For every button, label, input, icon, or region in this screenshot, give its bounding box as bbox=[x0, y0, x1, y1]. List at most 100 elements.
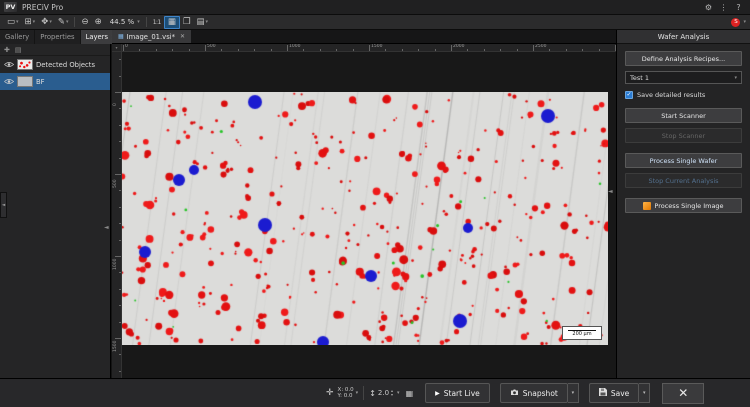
chevron-down-icon[interactable]: ▾ bbox=[356, 390, 359, 396]
tab-properties[interactable]: Properties bbox=[35, 30, 80, 44]
add-layer-icon[interactable]: ✚ bbox=[4, 46, 10, 54]
chevron-down-icon[interactable]: ▾ bbox=[743, 19, 746, 25]
z-position-control[interactable]: ↕ 2.0 ▴▾ ▾ bbox=[369, 389, 399, 398]
titlebar: PV PRECiV Pro ⚙ ⋮ ? bbox=[0, 0, 750, 14]
select-tool-button[interactable]: ▭▾ bbox=[4, 16, 22, 29]
image-process-icon bbox=[643, 202, 651, 210]
actual-size-button[interactable]: 1:1 bbox=[150, 16, 164, 29]
image-file-icon: ▦ bbox=[118, 33, 124, 40]
close-button[interactable]: ✕ bbox=[662, 383, 704, 404]
visibility-eye-icon[interactable] bbox=[3, 78, 14, 85]
tab-close-icon[interactable]: ✕ bbox=[180, 33, 185, 40]
move-icon: ✥ bbox=[41, 17, 48, 27]
zoom-level-button[interactable]: 44.5 %▾ bbox=[105, 16, 143, 29]
left-panel: Gallery Properties Layers✕ ✚ ▤ Detected … bbox=[0, 30, 111, 378]
right-panel-collapse-icon[interactable]: ◄ bbox=[608, 188, 613, 195]
scale-bar: 200 µm bbox=[562, 326, 602, 340]
left-flyout-handle[interactable]: ◄ bbox=[0, 192, 7, 218]
process-single-wafer-button[interactable]: Process Single Wafer bbox=[625, 153, 742, 168]
snapshot-label: Snapshot bbox=[523, 389, 558, 398]
panel-title: Wafer Analysis bbox=[617, 30, 750, 44]
tab-layers-label: Layers bbox=[86, 33, 109, 41]
pencil-icon: ✎ bbox=[58, 17, 65, 27]
chevron-down-icon: ▾ bbox=[33, 19, 36, 25]
recipe-select[interactable]: Test 1 ▾ bbox=[625, 71, 742, 84]
annotation-tool-button[interactable]: ✎▾ bbox=[55, 16, 72, 29]
save-button[interactable]: Save bbox=[589, 383, 639, 403]
overlay-view-button[interactable]: ▤▾ bbox=[194, 16, 212, 29]
app-logo: PV bbox=[4, 2, 17, 12]
start-live-button[interactable]: ▶ Start Live bbox=[425, 383, 490, 403]
wafer-analysis-panel: Wafer Analysis Define Analysis Recipes..… bbox=[616, 30, 750, 378]
tab-gallery-label: Gallery bbox=[5, 33, 29, 41]
tile-view-icon: ❐ bbox=[183, 17, 191, 27]
stage-position-icon: ✛ bbox=[326, 388, 334, 398]
stage-navigator-icon[interactable]: ▦ bbox=[406, 389, 414, 398]
stop-current-analysis-label: Stop Current Analysis bbox=[648, 177, 718, 185]
main-toolbar: ▭▾ ⊞▾ ✥▾ ✎▾ ⊖ ⊕ 44.5 %▾ 1:1 ▦ ❐ ▤▾ S ▾ bbox=[0, 14, 750, 30]
document-tab[interactable]: ▦ Image_01.vsi* ✕ bbox=[112, 30, 191, 43]
save-options-dropdown[interactable]: ▾ bbox=[639, 383, 650, 403]
define-analysis-recipes-button[interactable]: Define Analysis Recipes... bbox=[625, 51, 742, 66]
user-status-badge[interactable]: S bbox=[731, 18, 740, 27]
fit-to-view-button[interactable]: ▦ bbox=[164, 16, 180, 29]
micrograph-image[interactable]: 200 µm bbox=[122, 92, 608, 345]
tile-view-button[interactable]: ❐ bbox=[180, 16, 194, 29]
camera-icon bbox=[510, 389, 519, 398]
stage-y-value: Y: 0.0 bbox=[338, 393, 354, 399]
stop-current-analysis-button: Stop Current Analysis bbox=[625, 173, 742, 188]
chevron-down-icon[interactable]: ▾ bbox=[397, 390, 400, 396]
tab-properties-label: Properties bbox=[40, 33, 74, 41]
save-detailed-results-checkbox[interactable]: ✓ Save detailed results bbox=[625, 91, 742, 99]
z-spinner[interactable]: ▴▾ bbox=[391, 389, 393, 397]
start-scanner-label: Start Scanner bbox=[661, 112, 706, 120]
crop-tool-button[interactable]: ⊞▾ bbox=[22, 16, 39, 29]
zoom-out-button[interactable]: ⊖ bbox=[78, 16, 91, 29]
checkbox-checked-icon[interactable]: ✓ bbox=[625, 91, 633, 99]
more-options-icon[interactable]: ⋮ bbox=[716, 3, 731, 12]
v-ruler: 050010001500 bbox=[112, 52, 122, 378]
zoom-in-button[interactable]: ⊕ bbox=[92, 16, 105, 29]
stop-scanner-label: Stop Scanner bbox=[662, 132, 705, 140]
process-single-wafer-label: Process Single Wafer bbox=[650, 157, 718, 165]
tab-gallery[interactable]: Gallery bbox=[0, 30, 35, 44]
z-axis-icon: ↕ bbox=[369, 389, 376, 398]
save-detailed-results-label: Save detailed results bbox=[637, 91, 705, 99]
help-icon[interactable]: ? bbox=[731, 3, 746, 12]
chevron-left-icon: ◄ bbox=[2, 203, 5, 208]
zoom-level-value: 44.5 % bbox=[108, 18, 136, 26]
app-title: PRECiV Pro bbox=[22, 3, 63, 12]
ruler-options-button[interactable]: ▾ bbox=[112, 44, 122, 52]
move-tool-button[interactable]: ✥▾ bbox=[38, 16, 55, 29]
crop-icon: ⊞ bbox=[25, 17, 32, 27]
left-panel-tabs: Gallery Properties Layers✕ bbox=[0, 30, 110, 44]
micrograph-canvas[interactable] bbox=[122, 92, 608, 345]
start-scanner-button[interactable]: Start Scanner bbox=[625, 108, 742, 123]
recipe-selected-value: Test 1 bbox=[630, 74, 649, 82]
chevron-down-icon: ▾ bbox=[66, 19, 69, 25]
layer-row-bf[interactable]: BF bbox=[0, 73, 110, 90]
layer-thumbnail bbox=[17, 76, 33, 87]
layer-row-detected-objects[interactable]: Detected Objects bbox=[0, 56, 110, 73]
wafer-analysis-body: Define Analysis Recipes... Test 1 ▾ ✓ Sa… bbox=[617, 44, 750, 225]
layers-toolbar: ✚ ▤ bbox=[0, 44, 110, 56]
layer-options-icon[interactable]: ▤ bbox=[15, 46, 22, 54]
save-label: Save bbox=[611, 389, 629, 398]
visibility-eye-icon[interactable] bbox=[3, 61, 14, 68]
process-single-image-button[interactable]: Process Single Image bbox=[625, 198, 742, 213]
snapshot-options-dropdown[interactable]: ▾ bbox=[568, 383, 579, 403]
zoom-out-icon: ⊖ bbox=[81, 17, 88, 27]
close-icon: ✕ bbox=[678, 386, 688, 400]
save-disk-icon bbox=[599, 388, 607, 398]
chevron-down-icon: ▾ bbox=[643, 390, 646, 396]
application-window: PV PRECiV Pro ⚙ ⋮ ? ▭▾ ⊞▾ ✥▾ ✎▾ ⊖ ⊕ 44.5… bbox=[0, 0, 750, 407]
spinner-down-icon[interactable]: ▾ bbox=[391, 393, 393, 397]
h-ruler: 050010001500200025003000 bbox=[122, 44, 616, 52]
stage-xy-readout[interactable]: X: 0.0 Y: 0.0 bbox=[338, 387, 354, 399]
snapshot-button[interactable]: Snapshot bbox=[500, 383, 568, 403]
overlay-view-icon: ▤ bbox=[197, 17, 205, 27]
stop-scanner-button: Stop Scanner bbox=[625, 128, 742, 143]
left-panel-collapse-icon[interactable]: ◄ bbox=[104, 224, 109, 231]
document-tab-title: Image_01.vsi* bbox=[127, 33, 175, 41]
settings-gear-icon[interactable]: ⚙ bbox=[701, 3, 716, 12]
